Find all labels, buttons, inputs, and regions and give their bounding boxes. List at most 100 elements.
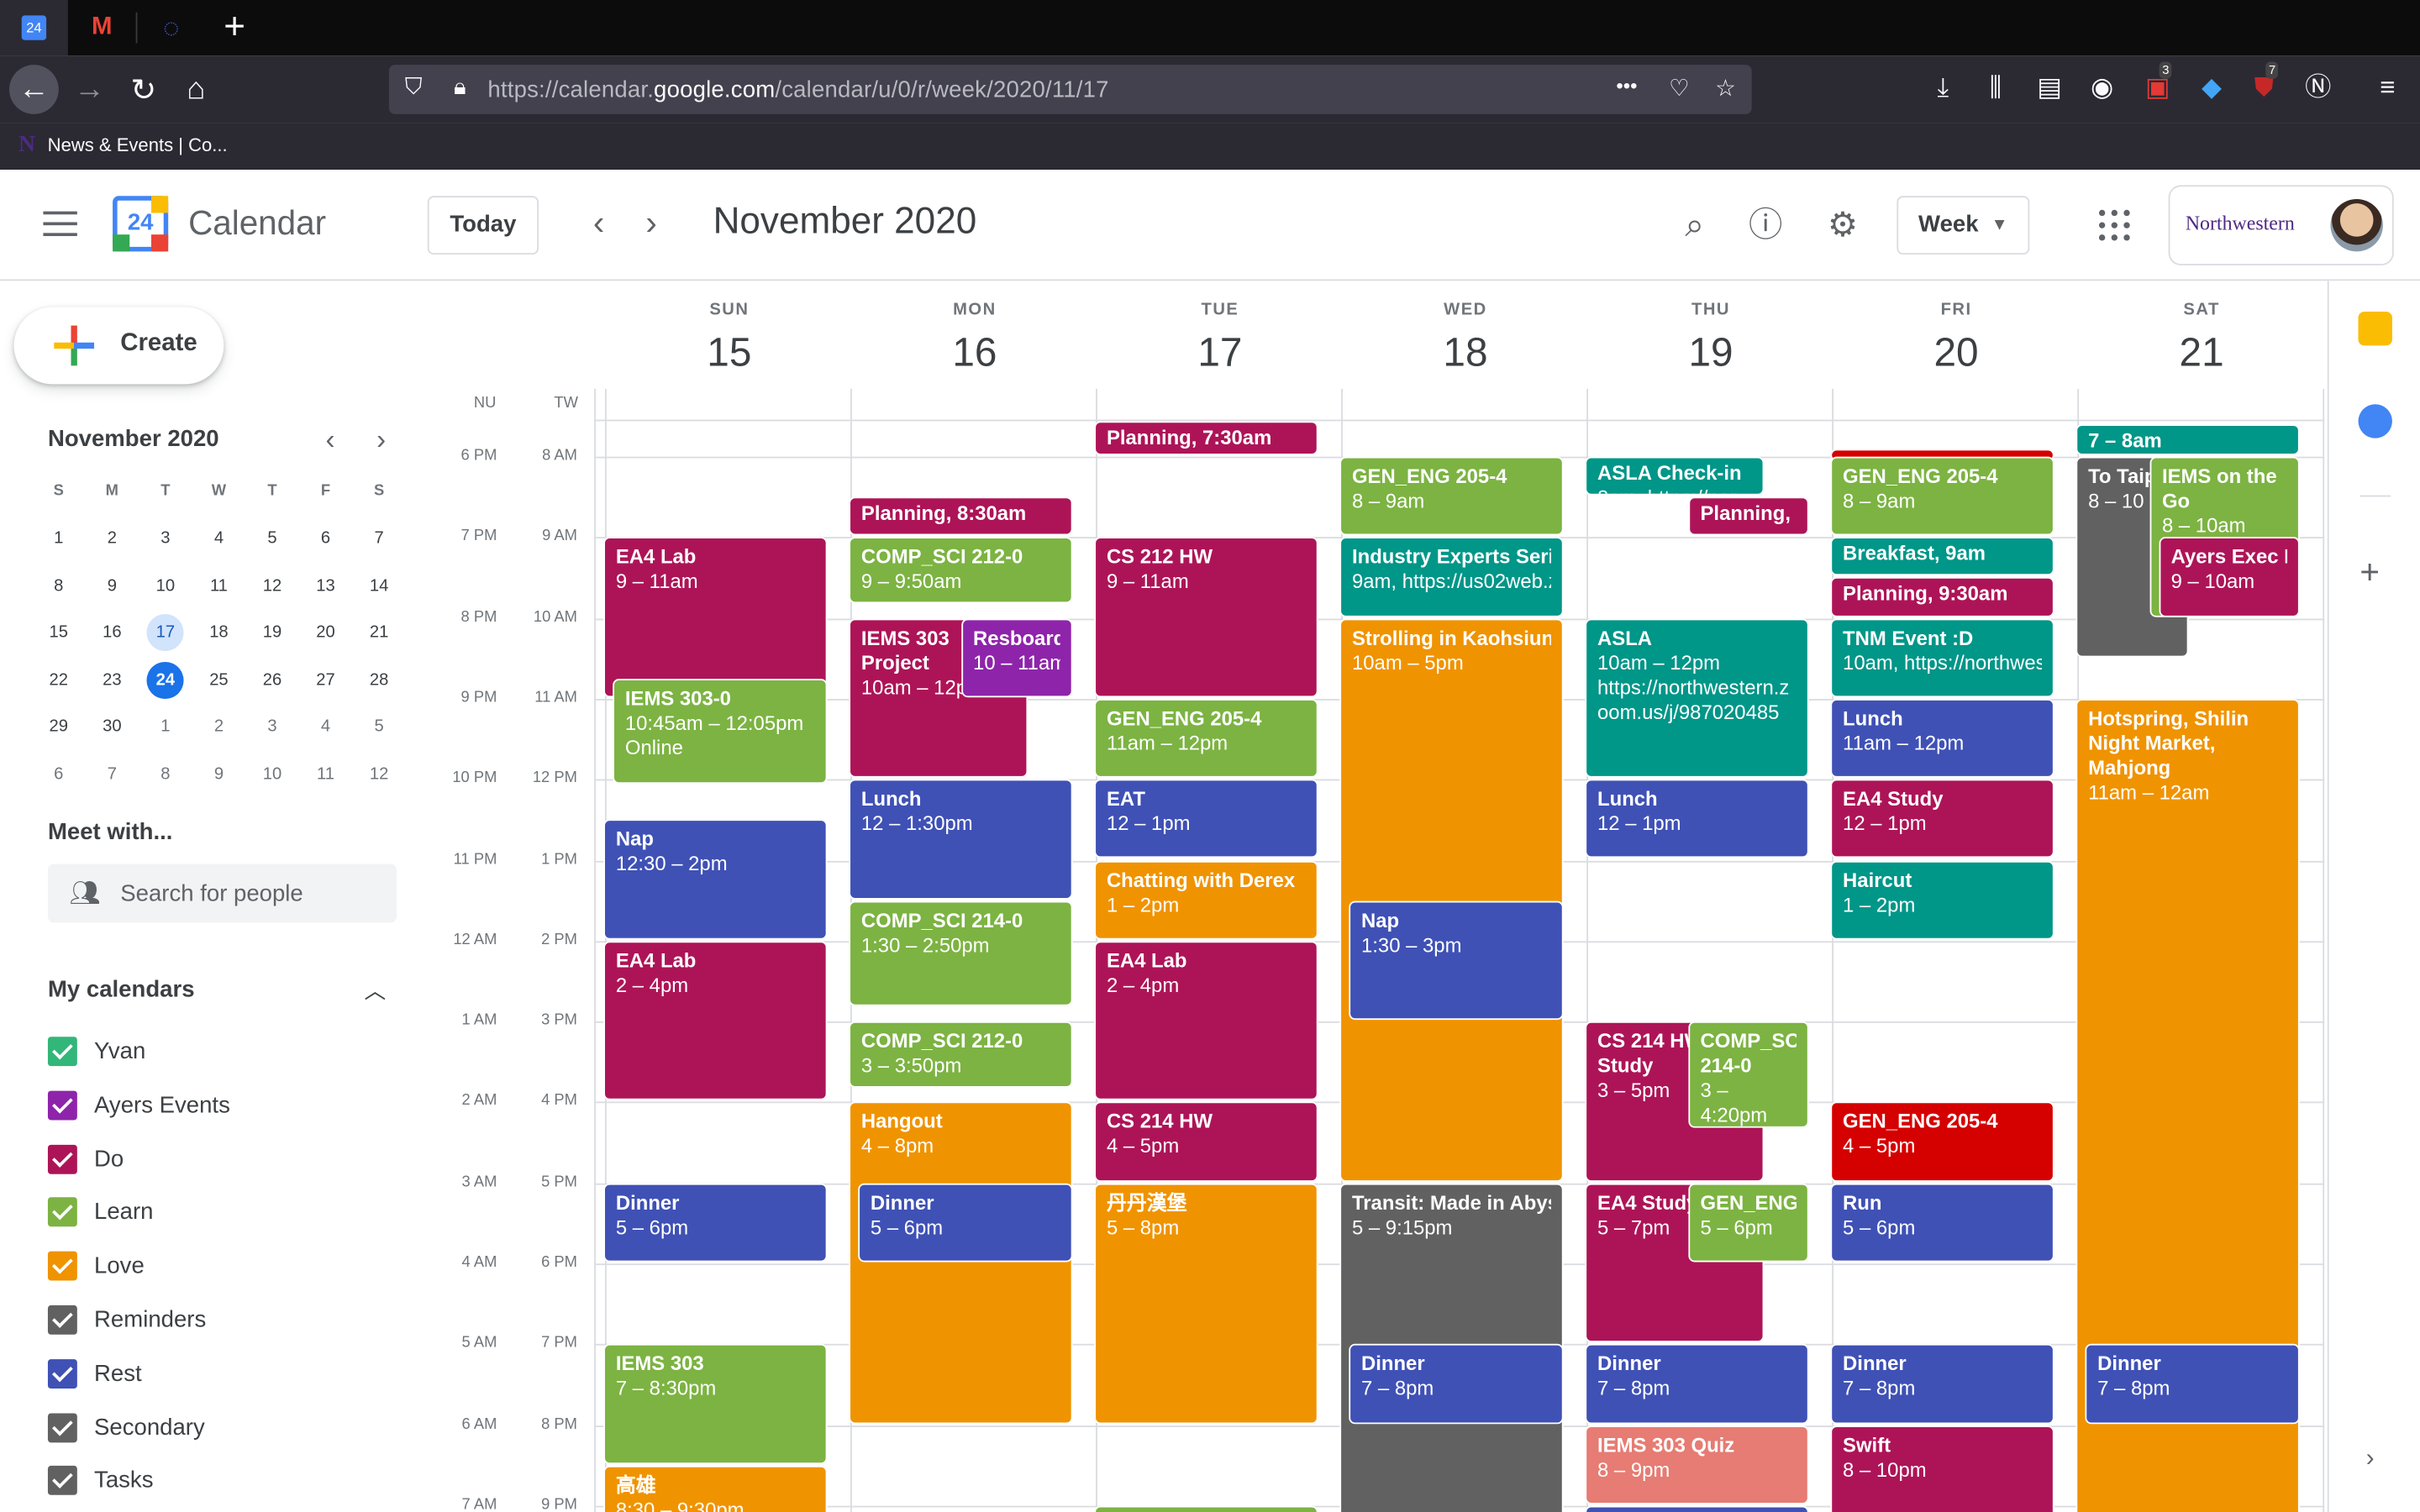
- apps-grid-icon[interactable]: [2098, 209, 2130, 241]
- checkbox-icon[interactable]: [47, 1251, 77, 1281]
- calendar-event[interactable]: EA4 Study 12 – 1pm: [1830, 779, 2054, 859]
- day-number[interactable]: 15: [607, 328, 852, 376]
- mini-day[interactable]: 3: [139, 515, 192, 561]
- mini-day[interactable]: 18: [192, 610, 245, 656]
- calendar-event[interactable]: [1094, 1505, 1318, 1512]
- calendar-event[interactable]: Haircut 1 – 2pm: [1830, 859, 2054, 940]
- third-tab[interactable]: ◌: [137, 0, 205, 55]
- calendar-event[interactable]: IEMS 303-0 10:45am – 12:05pm Online: [613, 678, 828, 785]
- calendar-event[interactable]: Industry Experts Series9am, https://us02…: [1339, 537, 1564, 617]
- calendar-tab[interactable]: 24: [0, 0, 68, 56]
- calendar-item[interactable]: Yvan: [47, 1035, 402, 1072]
- mini-day[interactable]: 9: [192, 751, 245, 797]
- mini-day[interactable]: 24: [139, 657, 192, 703]
- calendar-event[interactable]: Lunch 12 – 1pm: [1585, 779, 1809, 859]
- pocket-icon[interactable]: ♡: [1664, 74, 1695, 102]
- mini-day[interactable]: 20: [299, 610, 351, 656]
- calendar-event[interactable]: Dinner 7 – 8pm: [2085, 1344, 2300, 1424]
- mini-day[interactable]: 6: [299, 515, 351, 561]
- new-tab-button[interactable]: +: [201, 0, 269, 55]
- mini-day[interactable]: 10: [139, 562, 192, 608]
- main-menu-icon[interactable]: [43, 211, 77, 239]
- mini-day[interactable]: 25: [192, 657, 245, 703]
- calendar-event[interactable]: Dinner 7 – 8pm: [1585, 1344, 1809, 1424]
- forward-button[interactable]: →: [65, 65, 114, 114]
- day-number[interactable]: 21: [2079, 328, 2324, 376]
- mini-day[interactable]: 8: [139, 751, 192, 797]
- checkbox-icon[interactable]: [47, 1412, 77, 1442]
- ublock-icon[interactable]: ⛊ 7: [2247, 61, 2281, 104]
- day-number[interactable]: 20: [1833, 328, 2079, 376]
- checkbox-icon[interactable]: [47, 1090, 77, 1121]
- my-calendars-title[interactable]: My calendars: [48, 977, 195, 1003]
- calendar-item[interactable]: Rest: [47, 1357, 402, 1394]
- calendar-event[interactable]: 高雄 8:30 – 9:30pm: [603, 1465, 828, 1512]
- mini-day[interactable]: 8: [33, 562, 85, 608]
- home-button[interactable]: ⌂: [171, 65, 221, 114]
- calendar-event[interactable]: Strolling in Kaohsiung 10am – 5pm: [1339, 617, 1564, 1182]
- calendar-event[interactable]: 7 – 8am: [2075, 424, 2300, 455]
- calendar-event[interactable]: GEN_ENG 205-4 8 – 9am: [1830, 456, 2054, 536]
- calendar-event[interactable]: ASLA 10am – 12pm https://northwestern.zoom…: [1585, 617, 1809, 779]
- mini-day[interactable]: 21: [353, 610, 405, 656]
- mini-day[interactable]: 11: [299, 751, 351, 797]
- calendar-event[interactable]: COMP_SCI 212-0 9 – 9:50am: [849, 537, 1073, 603]
- checkbox-icon[interactable]: [47, 1198, 77, 1227]
- create-button[interactable]: Create: [13, 307, 224, 385]
- calendar-event[interactable]: EA4 Lab 2 – 4pm: [603, 941, 828, 1101]
- calendar-event[interactable]: Dinner 7 – 8pm: [1830, 1344, 2054, 1424]
- calendar-event[interactable]: COMP_SCI 212-0 3 – 3:50pm: [849, 1021, 1073, 1087]
- calendar-event[interactable]: IEMS 303 7 – 8:30pm: [603, 1344, 828, 1464]
- calendar-event[interactable]: Dinner 5 – 6pm: [858, 1183, 1073, 1263]
- day-header[interactable]: THU 19: [1588, 301, 1833, 376]
- mini-day[interactable]: 9: [86, 562, 138, 608]
- search-button[interactable]: ⌕: [1673, 203, 1716, 246]
- bookmark-star-icon[interactable]: ☆: [1710, 74, 1741, 102]
- checkbox-icon[interactable]: [47, 1358, 77, 1389]
- checkbox-icon[interactable]: [47, 1305, 77, 1335]
- keep-icon[interactable]: [2358, 312, 2392, 346]
- search-people-input[interactable]: 👥︎ Search for people: [47, 864, 397, 923]
- calendar-event[interactable]: Resboard 10 – 11am: [960, 617, 1073, 698]
- calendar-event[interactable]: GEN_ENG 205-45 – 6pm: [1687, 1183, 1809, 1263]
- calendar-event[interactable]: Dinner 7 – 8pm: [1349, 1344, 1564, 1424]
- mini-day[interactable]: 5: [246, 515, 298, 561]
- calendar-event[interactable]: Ayers Exec M9 – 10am: [2158, 537, 2300, 617]
- downloads-icon[interactable]: ⤓: [1926, 71, 1960, 104]
- url-text[interactable]: https://calendar.google.com/calendar/u/0…: [487, 77, 1108, 103]
- shield-icon[interactable]: ⛉: [398, 74, 429, 100]
- account-icon[interactable]: ◉: [2085, 71, 2118, 104]
- previous-week-button[interactable]: ‹: [581, 206, 618, 244]
- extension-todo-icon[interactable]: ▣ 3: [2141, 61, 2175, 104]
- calendar-event[interactable]: Dinner 5 – 6pm: [603, 1183, 828, 1263]
- calendar-event[interactable]: Chatting with Derex 1 – 2pm: [1094, 859, 1318, 940]
- gmail-tab[interactable]: M: [68, 0, 136, 55]
- library-icon[interactable]: ⫼: [1979, 71, 2012, 104]
- mini-day[interactable]: 2: [192, 704, 245, 750]
- mini-day[interactable]: 15: [33, 610, 85, 656]
- mini-next-month-button[interactable]: ›: [367, 424, 395, 457]
- settings-button[interactable]: ⚙: [1821, 203, 1864, 246]
- mini-day[interactable]: 22: [33, 657, 85, 703]
- extension-gem-icon[interactable]: ◆: [2195, 71, 2228, 104]
- calendar-event[interactable]: GEN_ENG 205-4 11am – 12pm: [1094, 698, 1318, 779]
- calendar-event[interactable]: Swift 8 – 10pm: [1830, 1425, 2054, 1512]
- calendar-event[interactable]: Nap 1:30 – 3pm: [1349, 900, 1564, 1021]
- mini-day[interactable]: 23: [86, 657, 138, 703]
- calendar-item[interactable]: Do: [47, 1142, 402, 1179]
- calendar-event[interactable]: EA4 Lab 9 – 11am: [603, 537, 828, 698]
- calendar-event[interactable]: CS 214 HW 4 – 5pm: [1094, 1102, 1318, 1182]
- mini-day[interactable]: 17: [139, 610, 192, 656]
- reload-button[interactable]: ↻: [118, 65, 168, 114]
- day-header[interactable]: WED 18: [1343, 301, 1588, 376]
- mini-day[interactable]: 11: [192, 562, 245, 608]
- calendar-event[interactable]: Planning, 8:30am: [849, 496, 1073, 536]
- calendar-event[interactable]: Hangout 4 – 8pm: [849, 1102, 1073, 1424]
- calendar-event[interactable]: GEN_ENG 205-4 4 – 5pm: [1830, 1102, 2054, 1182]
- mini-day[interactable]: 26: [246, 657, 298, 703]
- calendar-item[interactable]: Reminders: [47, 1304, 402, 1341]
- mini-day[interactable]: 29: [33, 704, 85, 750]
- mini-day[interactable]: 16: [86, 610, 138, 656]
- calendar-item[interactable]: Learn: [47, 1196, 402, 1233]
- day-header[interactable]: SUN 15: [607, 301, 852, 376]
